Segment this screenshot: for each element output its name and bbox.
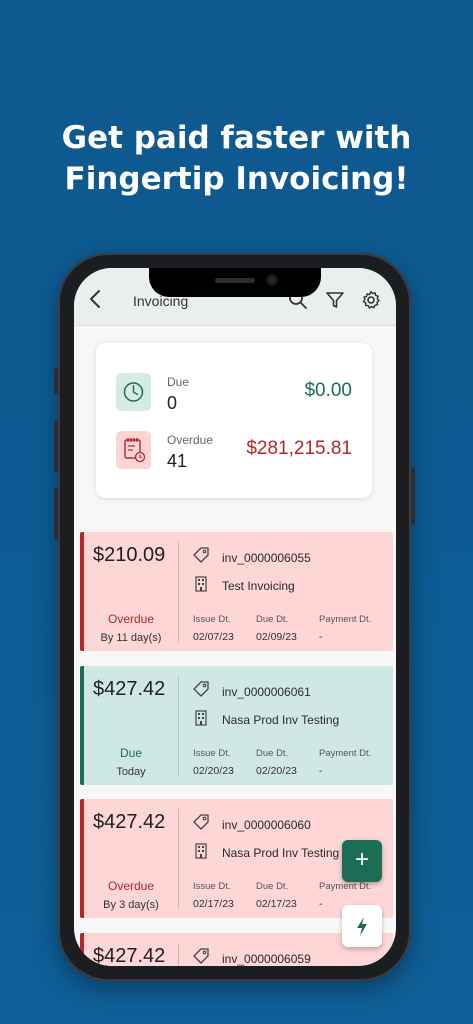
invoice-amount: $210.09 [93,544,166,566]
due-icon-tile [116,373,151,411]
invoice-amount: $427.42 [93,945,166,966]
invoice-status: Overdue [107,612,155,626]
filter-icon[interactable] [325,290,345,310]
camera [266,274,278,286]
lightning-icon [357,917,367,936]
building-icon [195,710,207,726]
back-arrow-icon[interactable] [86,288,106,310]
card-divider [178,542,179,642]
payment-date-header: Payment Dt. [319,881,372,892]
tag-icon [193,948,209,964]
issue-date: 02/20/23 [193,765,234,777]
gear-icon[interactable] [361,290,381,310]
due-date-header: Due Dt. [256,748,289,759]
invoice-status: Overdue [107,879,155,893]
phone-side-button [54,368,58,394]
headline-line-1: Get paid faster with [61,120,412,156]
invoice-id: inv_0000006059 [222,952,311,966]
headline: Get paid faster with Fingertip Invoicing… [0,118,473,200]
due-label: Due [167,375,190,389]
due-count: 0 [167,393,178,413]
speaker [215,278,255,283]
phone-volume-down [54,488,58,540]
invoice-status: Due [119,746,142,760]
card-divider [178,943,179,966]
card-divider [178,809,179,909]
summary-card: Due 0 $0.00 Overdue 41 $281,215.81 [96,343,372,498]
issue-date: 02/17/23 [193,898,234,910]
tag-icon [193,681,209,697]
issue-date-header: Issue Dt. [193,881,231,892]
due-amount: $0.00 [304,380,352,401]
issue-date-header: Issue Dt. [193,614,231,625]
issue-date-header: Issue Dt. [193,748,231,759]
payment-date: - [319,898,323,910]
invoice-id: inv_0000006060 [222,818,311,832]
clock-icon [123,382,144,402]
due-date-header: Due Dt. [256,881,289,892]
client-name: Nasa Prod Inv Testing [222,846,340,860]
tag-icon [193,814,209,830]
due-date: 02/09/23 [256,631,297,643]
headline-line-2: Fingertip Invoicing! [64,161,409,197]
invoice-card[interactable]: $210.09 Overdue By 11 day(s) inv_0000006… [80,532,393,651]
phone-power-button [411,467,415,525]
overdue-count: 41 [167,451,188,471]
quick-action-button[interactable] [342,905,382,947]
overdue-amount: $281,215.81 [246,438,352,459]
invoice-id: inv_0000006061 [222,685,311,699]
invoice-status-detail: Today [116,766,146,778]
phone-notch [149,268,321,297]
client-name: Nasa Prod Inv Testing [222,713,340,727]
phone-volume-up [54,420,58,472]
issue-date: 02/07/23 [193,631,234,643]
tag-icon [193,547,209,563]
building-icon [195,576,207,592]
add-invoice-button[interactable]: + [342,840,382,882]
overdue-icon-tile [116,431,151,469]
due-date: 02/17/23 [256,898,297,910]
invoice-id: inv_0000006055 [222,551,311,565]
due-date-header: Due Dt. [256,614,289,625]
invoice-amount: $427.42 [93,678,166,700]
building-icon [195,843,207,859]
invoice-amount: $427.42 [93,811,166,833]
overdue-calendar-icon [124,438,146,463]
payment-date: - [319,631,323,643]
invoice-card[interactable]: $427.42 Due Today inv_0000006061 Nasa Pr… [80,666,393,785]
payment-date-header: Payment Dt. [319,748,372,759]
overdue-label: Overdue [167,433,214,447]
card-divider [178,676,179,776]
payment-date: - [319,765,323,777]
client-name: Test Invoicing [222,579,295,593]
phone-screen: Invoicing Due 0 $0.00 Overdue 41 $281,21… [74,268,396,966]
invoice-status-detail: By 3 day(s) [103,899,159,911]
due-date: 02/20/23 [256,765,297,777]
payment-date-header: Payment Dt. [319,614,372,625]
invoice-status-detail: By 11 day(s) [100,632,162,644]
